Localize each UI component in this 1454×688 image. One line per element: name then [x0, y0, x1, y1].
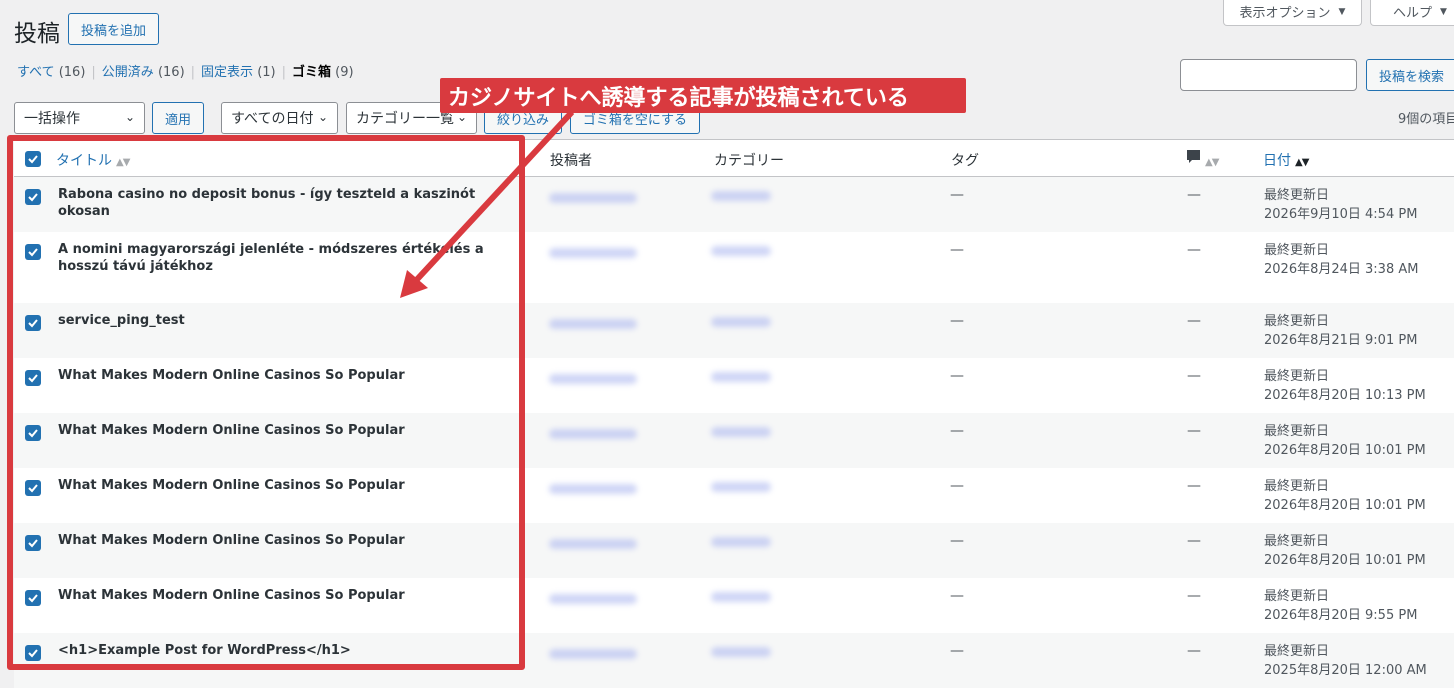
- annotation-callout: カジノサイトへ誘導する記事が投稿されている: [440, 78, 966, 113]
